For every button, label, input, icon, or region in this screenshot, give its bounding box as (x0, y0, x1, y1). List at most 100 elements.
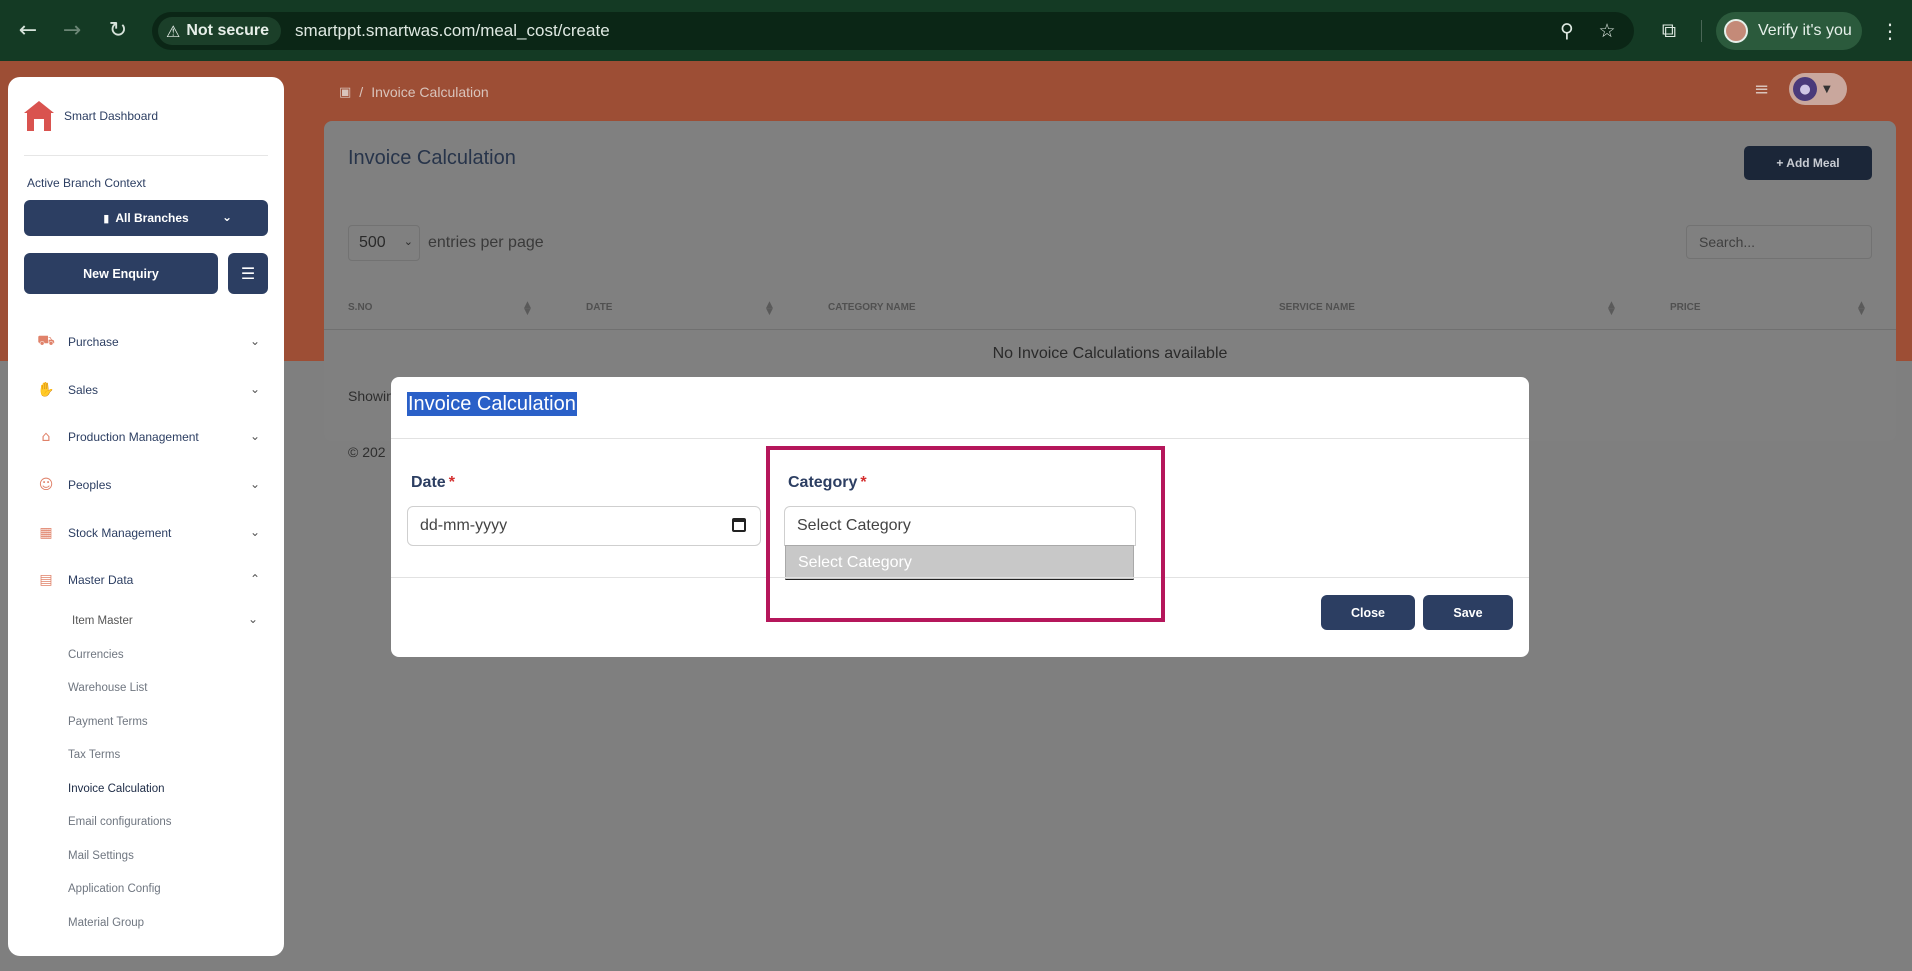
people-icon: ☺ (38, 477, 54, 493)
chevron-down-icon: ⌄ (249, 477, 260, 491)
brand[interactable]: Smart Dashboard (24, 101, 158, 131)
column-header-category[interactable]: CATEGORY NAME (828, 302, 916, 313)
factory-icon: ⌂ (41, 429, 51, 445)
modal-header: Invoice Calculation (407, 392, 577, 416)
browser-menu-icon[interactable]: ⋮ (1880, 16, 1900, 46)
date-label: Date * (411, 474, 455, 491)
breadcrumb: ▣ / Invoice Calculation (339, 84, 489, 100)
footer-copyright: © 202 (348, 444, 386, 460)
sidebar-item-peoples[interactable]: ☺ Peoples ⌄ (24, 470, 268, 500)
user-avatar-icon: ● (1793, 77, 1817, 101)
browser-toolbar: ← → ↻ ⚠ Not secure smartppt.smartwas.com… (0, 0, 1912, 61)
sidebar-item-purchase[interactable]: ⛟ Purchase ⌄ (24, 327, 268, 357)
category-highlight-box (766, 446, 1165, 622)
sort-icon[interactable]: ▲ ▼ (1858, 301, 1865, 317)
brand-name: Smart Dashboard (64, 109, 159, 123)
dashboard-icon[interactable]: ▣ (339, 85, 351, 100)
calendar-icon[interactable] (732, 518, 746, 532)
modal-title: Invoice Calculation (407, 392, 577, 416)
close-button[interactable]: Close (1321, 595, 1415, 630)
sidebar-item-master-data[interactable]: ▤ Master Data ⌃ (24, 565, 268, 595)
chevron-down-icon: ⌄ (249, 334, 260, 348)
sidebar-item-production[interactable]: ⌂ Production Management ⌄ (24, 422, 268, 452)
breadcrumb-current: Invoice Calculation (371, 84, 489, 100)
entries-value: 500 (359, 234, 386, 251)
sidebar-subitem-payment-terms[interactable]: Payment Terms (68, 716, 148, 728)
zoom-icon[interactable]: ⚲ (1552, 16, 1582, 46)
profile-avatar (1724, 19, 1748, 43)
sales-icon: ✋ (37, 382, 55, 398)
sidebar-item-sales[interactable]: ✋ Sales ⌄ (24, 375, 268, 405)
verify-label: Verify it's you (1758, 22, 1852, 39)
warehouse-icon: ▦ (39, 525, 53, 541)
chevron-down-icon: ⌄ (221, 210, 232, 224)
column-header-date[interactable]: DATE (586, 302, 612, 313)
new-enquiry-button[interactable]: New Enquiry (24, 253, 218, 294)
verify-identity-chip[interactable]: Verify it's you (1716, 12, 1862, 50)
page-title: Invoice Calculation (348, 147, 516, 169)
database-icon: ▤ (39, 572, 53, 588)
sidebar-subitem-mail-settings[interactable]: Mail Settings (68, 850, 134, 862)
address-bar[interactable]: ⚠ Not secure smartppt.smartwas.com/meal_… (152, 12, 1634, 50)
sidebar-item-label: Peoples (68, 478, 112, 492)
empty-table-message: No Invoice Calculations available (992, 345, 1228, 362)
sidebar-subitem-tax-terms[interactable]: Tax Terms (68, 749, 120, 761)
chevron-down-icon[interactable]: ⌄ (248, 612, 258, 626)
toolbar-separator (1701, 20, 1702, 42)
back-arrow-icon[interactable]: ← (12, 14, 44, 46)
extensions-icon[interactable]: ⧉ (1654, 15, 1684, 45)
sidebar-subitem-email-configurations[interactable]: Email configurations (68, 816, 172, 828)
sort-icon[interactable]: ▲ ▼ (766, 301, 773, 317)
branch-select[interactable]: ▮ All Branches ⌄ (24, 200, 268, 236)
breadcrumb-separator: / (359, 84, 364, 100)
chevron-down-icon: ⌄ (403, 235, 413, 248)
modal-header-divider (391, 438, 1529, 439)
search-input[interactable]: Search... (1686, 225, 1872, 259)
warning-icon: ⚠ (166, 21, 181, 41)
sort-icon[interactable]: ▲ ▼ (524, 301, 531, 317)
sidebar-subitem-application-config[interactable]: Application Config (68, 883, 161, 895)
column-header-sno[interactable]: S.NO (348, 302, 372, 313)
sort-icon[interactable]: ▲ ▼ (1608, 301, 1615, 317)
bookmark-star-icon[interactable]: ☆ (1592, 16, 1622, 46)
chevron-down-icon: ⌄ (249, 525, 260, 539)
forward-arrow-icon[interactable]: → (56, 14, 88, 46)
sidebar-item-stock[interactable]: ▦ Stock Management ⌄ (24, 518, 268, 548)
date-placeholder: dd-mm-yyyy (420, 517, 508, 534)
column-header-service[interactable]: SERVICE NAME (1279, 302, 1355, 313)
save-button[interactable]: Save (1423, 595, 1513, 630)
sidebar-item-item-master[interactable]: Item Master (72, 615, 133, 627)
sidebar: Smart Dashboard Active Branch Context ▮ … (8, 77, 284, 956)
url-text[interactable]: smartppt.smartwas.com/meal_cost/create (295, 21, 610, 41)
chevron-down-icon: ⌄ (249, 429, 260, 443)
sidebar-subitem-material-group[interactable]: Material Group (68, 917, 144, 929)
chevron-down-icon: ▼ (1823, 83, 1831, 95)
sidebar-subitem-warehouse-list[interactable]: Warehouse List (68, 682, 147, 694)
entries-per-page-select[interactable]: 500 ⌄ (348, 225, 420, 261)
date-field[interactable]: dd-mm-yyyy (407, 506, 761, 546)
sidebar-item-label: Stock Management (68, 526, 172, 540)
entries-label: entries per page (428, 234, 544, 251)
required-marker: * (448, 474, 455, 491)
divider (24, 155, 268, 156)
user-menu[interactable]: ● ▼ (1789, 73, 1847, 105)
showing-entries-text: Showin (348, 388, 394, 404)
sidebar-item-label: Purchase (68, 335, 119, 349)
security-label: Not secure (186, 22, 270, 39)
reload-icon[interactable]: ↻ (102, 14, 134, 46)
branch-context-title: Active Branch Context (27, 176, 146, 190)
sidebar-subitem-currencies[interactable]: Currencies (68, 649, 124, 661)
security-chip[interactable]: ⚠ Not secure (158, 17, 282, 45)
sidebar-item-label: Production Management (68, 430, 199, 444)
column-header-price[interactable]: PRICE (1670, 302, 1701, 313)
cart-icon: ⛟ (37, 333, 55, 349)
sidebar-subitem-invoice-calculation[interactable]: Invoice Calculation (68, 783, 165, 795)
chevron-up-icon: ⌃ (249, 572, 260, 586)
warehouse-logo-icon (24, 101, 54, 131)
table-header-divider (324, 329, 1896, 330)
chevron-down-icon: ⌄ (249, 382, 260, 396)
menu-toggle-button[interactable]: ☰ (228, 253, 268, 294)
hamburger-icon[interactable]: ≡ (1754, 79, 1769, 100)
branch-selected: All Branches (115, 211, 189, 225)
add-meal-button[interactable]: + Add Meal (1744, 146, 1872, 180)
